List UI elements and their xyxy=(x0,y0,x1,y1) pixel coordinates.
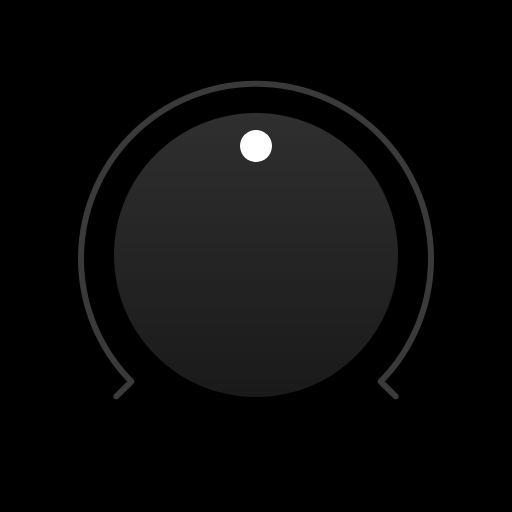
indicator-dot-icon xyxy=(240,130,272,162)
rotary-knob-graphic xyxy=(78,80,434,400)
app-icon-canvas xyxy=(0,0,512,512)
